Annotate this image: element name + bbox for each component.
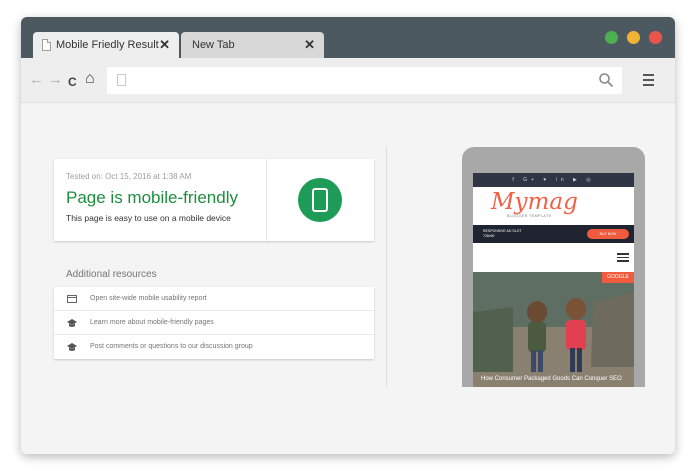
reload-icon[interactable]: C	[68, 74, 77, 90]
category-tag[interactable]: GOOGLE	[602, 272, 634, 283]
tab-label: Mobile Friedly Result	[56, 39, 159, 51]
search-icon[interactable]	[598, 72, 614, 88]
toolbar: ← → C ⌂	[21, 58, 675, 103]
resource-label: Open site-wide mobile usability report	[90, 295, 207, 302]
tab-mobile-friendly-result[interactable]: Mobile Friedly Result ✕	[33, 32, 179, 58]
resource-label: Post comments or questions to our discus…	[90, 343, 253, 350]
ad-text: RESPONSIVE AD SLOT 728x90	[483, 229, 522, 238]
hamburger-menu-icon[interactable]	[617, 253, 629, 264]
site-logo-subtitle: BLOGGER TEMPLATE	[507, 214, 552, 218]
result-card: Tested on: Oct 15, 2016 at 1:38 AM Page …	[54, 159, 374, 241]
result-subline: This page is easy to use on a mobile dev…	[66, 213, 231, 223]
page-icon	[117, 74, 126, 86]
ad-banner: RESPONSIVE AD SLOT 728x90 BUY NOW	[473, 225, 634, 243]
close-window-button[interactable]	[649, 31, 662, 44]
close-tab-icon[interactable]: ✕	[304, 38, 315, 51]
logo-area: Mymag BLOGGER TEMPLATE	[473, 187, 634, 225]
featured-image: GOOGLE How Consumer Packaged Goods Can C…	[473, 272, 634, 387]
tested-on-text: Tested on: Oct 15, 2016 at 1:38 AM	[66, 172, 192, 181]
home-icon[interactable]: ⌂	[85, 71, 95, 87]
title-bar: Mobile Friedly Result ✕ New Tab ✕	[21, 17, 675, 58]
resources-list: Open site-wide mobile usability report L…	[54, 287, 374, 359]
resource-link-usability-report[interactable]: Open site-wide mobile usability report	[54, 287, 374, 311]
additional-resources-heading: Additional resources	[66, 269, 157, 280]
page-content: Tested on: Oct 15, 2016 at 1:38 AM Page …	[21, 103, 675, 454]
resource-link-discussion-group[interactable]: Post comments or questions to our discus…	[54, 335, 374, 359]
browser-window: Mobile Friedly Result ✕ New Tab ✕ ← → C …	[21, 17, 675, 454]
close-tab-icon[interactable]: ✕	[159, 38, 170, 51]
article-caption[interactable]: How Consumer Packaged Goods Can Conquer …	[481, 376, 622, 382]
forward-icon[interactable]: →	[48, 72, 63, 88]
tab-new-tab[interactable]: New Tab ✕	[181, 32, 324, 58]
social-icons-bar: f G+ ♥ in ▶ ◎	[473, 173, 634, 187]
maximize-window-button[interactable]	[605, 31, 618, 44]
buy-now-button[interactable]: BUY NOW	[587, 229, 629, 239]
menu-icon[interactable]	[643, 74, 654, 89]
site-logo: Mymag	[491, 189, 578, 215]
phone-screen: f G+ ♥ in ▶ ◎ Mymag BLOGGER TEMPLATE RES…	[473, 173, 634, 387]
minimize-window-button[interactable]	[627, 31, 640, 44]
school-icon	[67, 319, 77, 327]
tab-label: New Tab	[192, 39, 235, 51]
phone-preview: f G+ ♥ in ▶ ◎ Mymag BLOGGER TEMPLATE RES…	[462, 147, 645, 387]
school-icon	[67, 343, 77, 351]
result-headline: Page is mobile-friendly	[66, 188, 238, 207]
address-bar[interactable]	[107, 67, 622, 94]
children-photo	[473, 272, 634, 387]
mobile-phone-icon	[298, 178, 342, 222]
resource-label: Learn more about mobile-friendly pages	[90, 319, 214, 326]
resource-link-learn-more[interactable]: Learn more about mobile-friendly pages	[54, 311, 374, 335]
report-icon	[67, 295, 77, 303]
content-divider	[386, 147, 387, 387]
card-divider	[266, 159, 267, 241]
back-icon[interactable]: ←	[29, 72, 44, 88]
file-icon	[42, 39, 51, 51]
